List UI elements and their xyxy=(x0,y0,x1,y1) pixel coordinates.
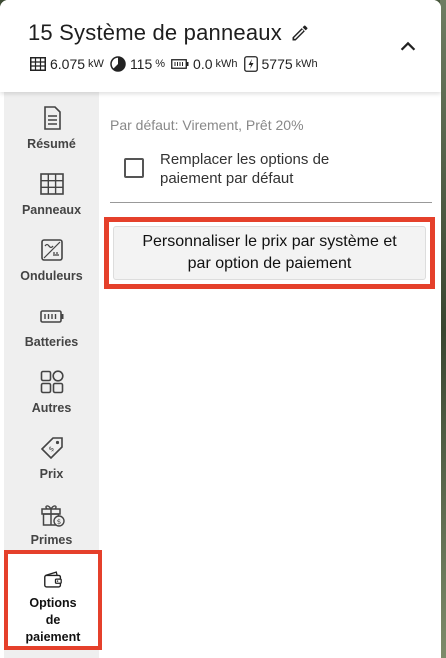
sidebar-item-options-paiement[interactable]: Options de paiement xyxy=(4,550,102,650)
production-unit: kWh xyxy=(295,58,318,70)
sidebar-item-label: Autres xyxy=(31,401,72,415)
energy-bolt-icon xyxy=(243,56,258,72)
sidebar-item-label: Onduleurs xyxy=(20,269,83,283)
title-row: 15 Système de panneaux xyxy=(28,20,310,46)
sidebar-item-autres[interactable]: Autres xyxy=(4,360,99,426)
production-value: 5775 xyxy=(261,56,293,72)
cta-label-line-1: Personnaliser le prix par système et xyxy=(142,233,397,250)
sidebar-item-resume[interactable]: Résumé xyxy=(4,96,99,162)
sidebar-item-prix[interactable]: $ Prix xyxy=(4,426,99,492)
sidebar-item-onduleurs[interactable]: Onduleurs xyxy=(4,228,99,294)
battery-value: 0.0 xyxy=(193,56,213,72)
panel-grid-icon xyxy=(30,57,46,71)
sidebar-item-label: Résumé xyxy=(27,137,76,151)
panel-header: 15 Système de panneaux 6.075 kW 115 % 0.… xyxy=(0,0,441,92)
cta-label-line-2: par option de paiement xyxy=(187,255,352,272)
power-stat: 6.075 kW xyxy=(30,56,104,72)
battery-icon xyxy=(39,310,63,323)
sidebar-item-label: Options de paiement xyxy=(26,595,81,646)
default-payment-text: Par défaut: Virement, Prêt 20% xyxy=(110,117,304,133)
chevron-up-icon[interactable] xyxy=(397,36,419,58)
document-icon xyxy=(43,106,61,130)
override-defaults-checkbox[interactable] xyxy=(124,158,144,178)
payment-options-content: Par défaut: Virement, Prêt 20% Remplacer… xyxy=(104,92,441,658)
battery-icon xyxy=(171,59,189,69)
production-stat: 5775 kWh xyxy=(243,56,318,72)
svg-text:$: $ xyxy=(47,445,56,454)
label-line-3: paiement xyxy=(25,630,81,644)
cta-highlight: Personnaliser le prix par système et par… xyxy=(104,217,435,289)
wallet-icon xyxy=(44,571,62,588)
override-defaults-label[interactable]: Remplacer les options de paiement par dé… xyxy=(160,150,370,188)
offset-value: 115 xyxy=(129,56,153,72)
offset-gauge-icon xyxy=(110,56,126,72)
customize-price-button[interactable]: Personnaliser le prix par système et par… xyxy=(113,226,426,280)
pencil-icon[interactable] xyxy=(290,23,310,43)
sidebar-item-batteries[interactable]: Batteries xyxy=(4,294,99,360)
divider xyxy=(110,202,432,203)
cta-label: Personnaliser le prix par système et par… xyxy=(142,231,396,275)
label-line-2: de xyxy=(45,613,61,627)
power-value: 6.075 xyxy=(50,56,86,72)
battery-unit: kWh xyxy=(215,58,238,70)
gift-icon: $ xyxy=(40,505,65,527)
override-defaults-row: Remplacer les options de paiement par dé… xyxy=(124,150,370,188)
offset-unit: % xyxy=(155,58,166,70)
inverter-icon xyxy=(40,239,63,261)
sidebar-item-primes[interactable]: $ Primes xyxy=(4,492,99,558)
sidebar-item-label: Primes xyxy=(30,533,73,547)
shapes-icon xyxy=(40,370,64,394)
sidebar-item-label: Prix xyxy=(39,467,64,481)
svg-text:$: $ xyxy=(56,518,60,526)
label-line-1: Options xyxy=(29,596,77,610)
grid-icon xyxy=(39,173,64,195)
battery-stat: 0.0 kWh xyxy=(171,56,238,72)
system-title: 15 Système de panneaux xyxy=(28,20,282,45)
sidebar-item-label: Panneaux xyxy=(21,203,82,217)
power-unit: kW xyxy=(88,58,104,70)
sidebar-item-panneaux[interactable]: Panneaux xyxy=(4,162,99,228)
offset-stat: 115 % xyxy=(110,56,165,72)
sidebar-item-label: Batteries xyxy=(24,335,79,349)
price-tag-icon: $ xyxy=(40,437,63,460)
system-panel: 15 Système de panneaux 6.075 kW 115 % 0.… xyxy=(0,0,441,658)
system-stats: 6.075 kW 115 % 0.0 kWh 5775 kWh xyxy=(30,56,324,72)
